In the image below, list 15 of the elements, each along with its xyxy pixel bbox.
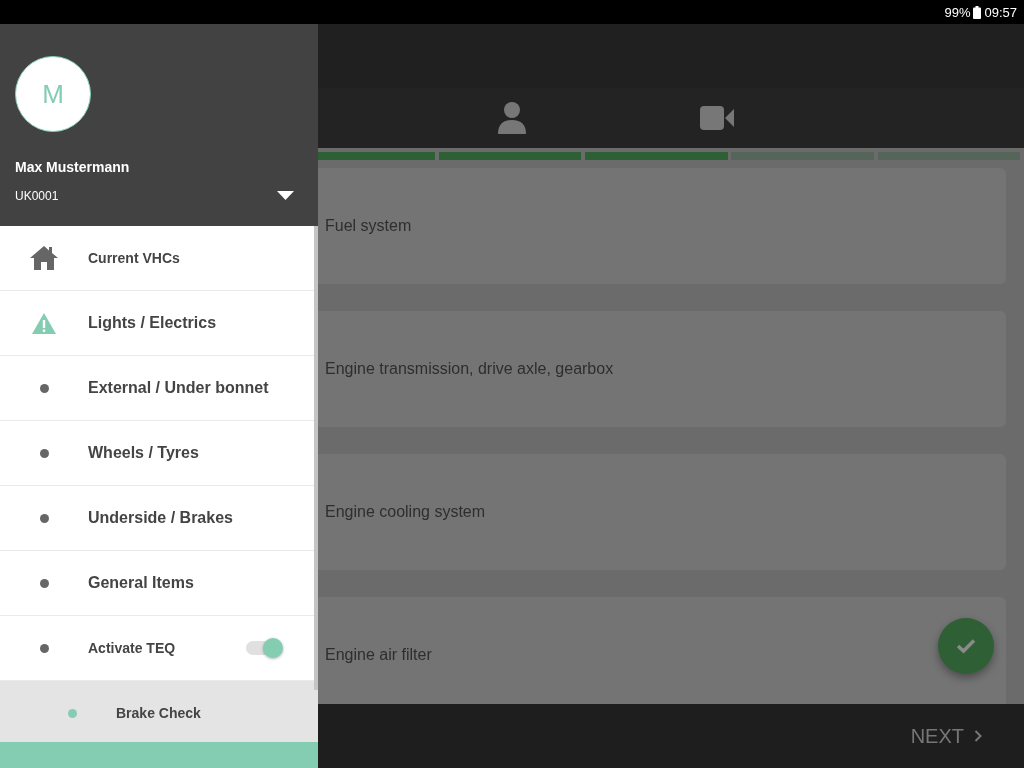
warning-icon [31, 311, 57, 335]
next-button[interactable]: NEXT [906, 720, 986, 752]
avatar: M [15, 56, 91, 132]
battery-icon [973, 5, 982, 19]
toggle-switch[interactable] [246, 641, 280, 655]
battery-level: 99% [944, 4, 971, 20]
account-id: UK0001 [15, 189, 59, 203]
person-icon [497, 102, 527, 134]
video-camera-icon [699, 106, 734, 130]
chevron-right-icon [974, 730, 982, 742]
home-icon [29, 245, 59, 271]
check-icon [956, 638, 976, 654]
clock-time: 09:57 [984, 4, 1017, 20]
drawer-menu-item[interactable]: Brake Check [0, 681, 318, 742]
dropdown-caret-icon[interactable] [277, 191, 294, 201]
